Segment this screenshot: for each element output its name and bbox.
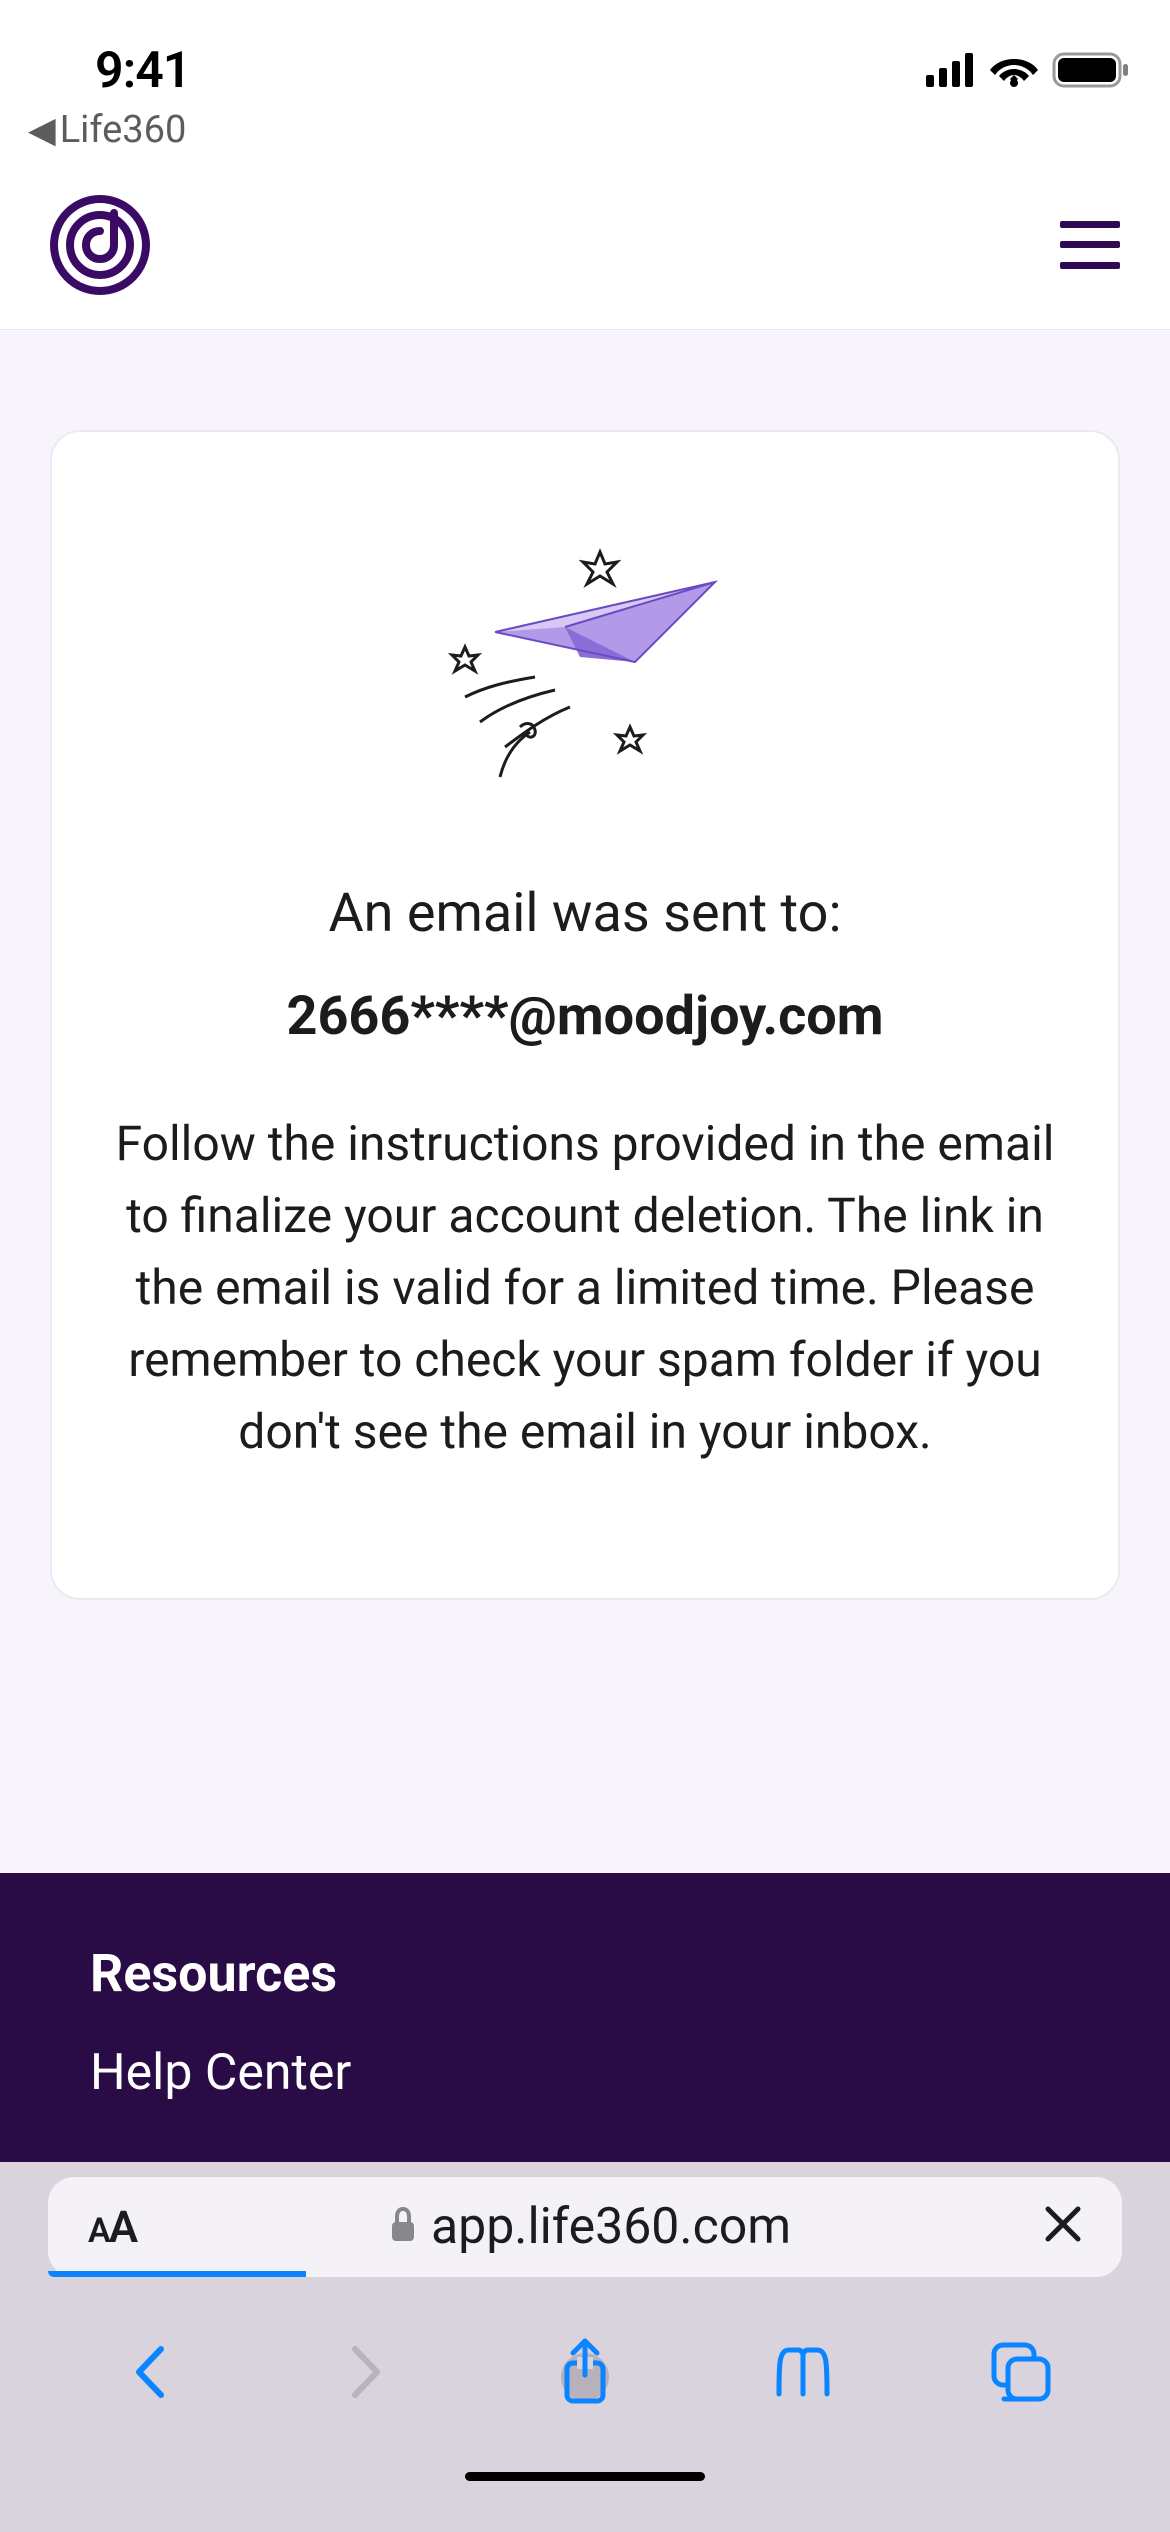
menu-button[interactable]	[1060, 221, 1120, 269]
life360-logo[interactable]	[50, 195, 150, 295]
status-right	[926, 52, 1130, 100]
tabs-button[interactable]	[981, 2332, 1061, 2412]
content-area: An email was sent to: 2666****@moodjoy.c…	[0, 330, 1170, 1873]
share-button[interactable]	[545, 2332, 625, 2412]
status-time: 9:41	[95, 42, 190, 100]
confirmation-card: An email was sent to: 2666****@moodjoy.c…	[50, 430, 1120, 1600]
back-button[interactable]	[109, 2332, 189, 2412]
url-pill[interactable]: AA app.life360.com	[48, 2177, 1122, 2277]
text-size-button[interactable]: AA	[88, 2201, 136, 2253]
home-indicator-area	[0, 2452, 1170, 2532]
url-text: app.life360.com	[431, 2198, 791, 2256]
web-header	[0, 160, 1170, 330]
bookmarks-button[interactable]	[763, 2332, 843, 2412]
home-indicator[interactable]	[465, 2472, 705, 2481]
back-app-label: Life360	[60, 108, 187, 152]
safari-url-bar: AA app.life360.com	[0, 2162, 1170, 2292]
card-email: 2666****@moodjoy.com	[92, 985, 1078, 1048]
safari-toolbar	[0, 2292, 1170, 2452]
footer-heading: Resources	[90, 1943, 1080, 2004]
stop-reload-button[interactable]	[1044, 2198, 1082, 2256]
page-load-progress	[48, 2271, 306, 2277]
card-body: Follow the instructions provided in the …	[92, 1108, 1078, 1468]
cellular-icon	[926, 53, 976, 91]
wifi-icon	[990, 53, 1038, 91]
back-to-app-button[interactable]: ◀︎ Life360	[0, 100, 1170, 160]
footer: Resources Help Center	[0, 1873, 1170, 2162]
battery-icon	[1052, 52, 1130, 92]
url-display[interactable]: app.life360.com	[136, 2198, 1044, 2256]
paper-plane-illustration	[405, 532, 765, 812]
card-title: An email was sent to:	[92, 882, 1078, 945]
forward-button	[327, 2332, 407, 2412]
lock-icon	[389, 2207, 417, 2247]
back-caret-icon: ◀︎	[28, 109, 56, 151]
status-bar: 9:41	[0, 0, 1170, 100]
footer-link-help-center[interactable]: Help Center	[90, 2044, 1080, 2102]
